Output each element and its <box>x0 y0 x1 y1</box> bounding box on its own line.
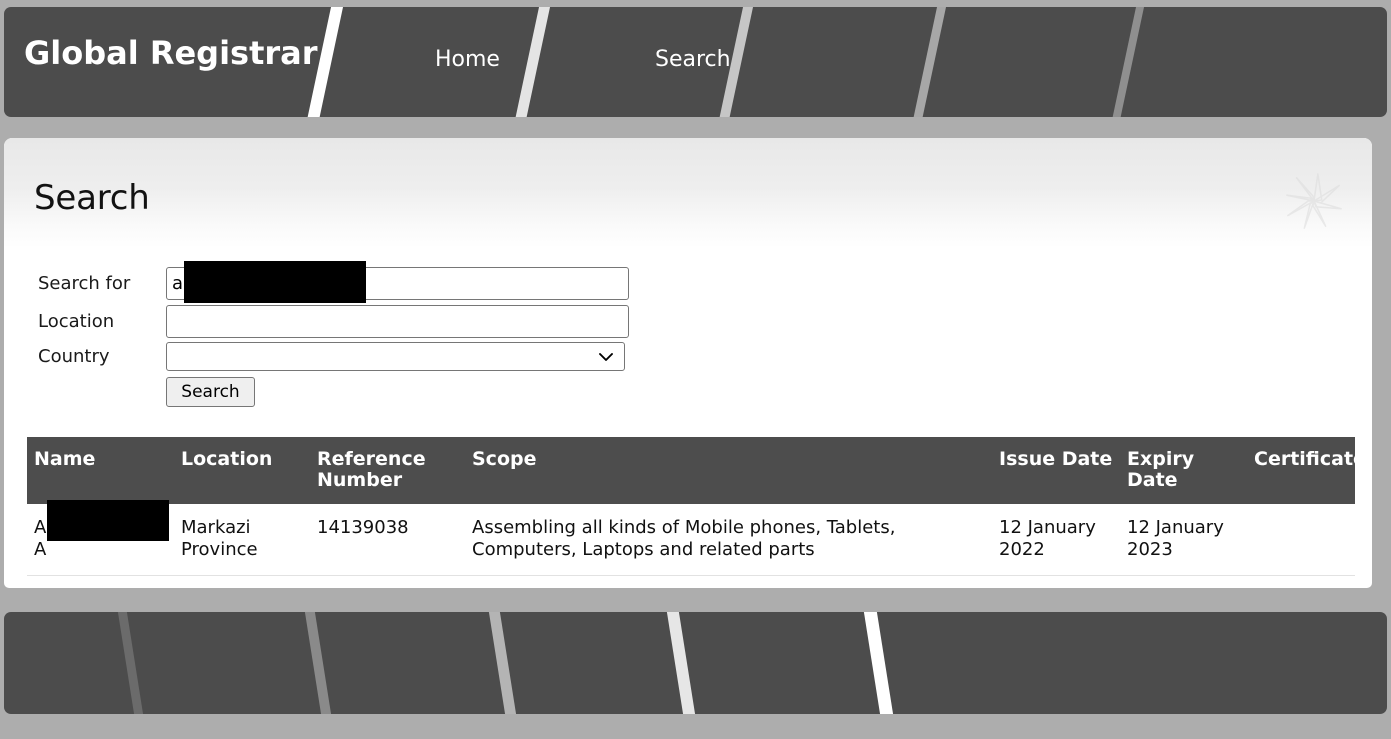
nav-item-home[interactable]: Home <box>435 47 500 72</box>
footer-stripe-3 <box>487 612 519 714</box>
label-location: Location <box>38 311 166 332</box>
site-title: Global Registrar <box>24 34 318 72</box>
cell-expiry-date: 12 January 2023 <box>1121 504 1248 576</box>
footer-stripe-1 <box>116 612 146 714</box>
redaction-overlay-name-cell <box>47 500 169 541</box>
site-footer <box>4 612 1387 714</box>
column-header-expiry-date[interactable]: Expiry Date <box>1121 437 1248 504</box>
header-stripe-5 <box>1109 7 1147 117</box>
column-header-location[interactable]: Location <box>175 437 311 504</box>
column-header-issue-date[interactable]: Issue Date <box>993 437 1121 504</box>
form-row-location: Location <box>38 305 629 338</box>
cell-scope: Assembling all kinds of Mobile phones, T… <box>466 504 993 576</box>
location-input[interactable] <box>166 305 629 338</box>
table-row[interactable]: A A Markazi Province 14139038 Assembling… <box>27 504 1355 576</box>
cell-issue-date: 12 January 2022 <box>993 504 1121 576</box>
column-header-certificate[interactable]: Certificate <box>1248 437 1355 504</box>
footer-stripe-5 <box>862 612 896 714</box>
page-title: Search <box>34 178 150 218</box>
card-gradient-overlay <box>4 138 1372 248</box>
column-header-scope[interactable]: Scope <box>466 437 993 504</box>
table-header-row: Name Location Reference Number Scope Iss… <box>27 437 1355 504</box>
search-submit-button[interactable]: Search <box>166 377 255 407</box>
asterisk-star-icon <box>1283 170 1345 232</box>
footer-stripe-2 <box>303 612 334 714</box>
label-country: Country <box>38 346 166 367</box>
results-table: Name Location Reference Number Scope Iss… <box>27 437 1355 576</box>
header-stripe-4 <box>910 7 949 117</box>
redaction-overlay-search-input <box>184 261 366 303</box>
country-select[interactable] <box>166 342 625 371</box>
cell-certificate <box>1248 504 1355 576</box>
cell-reference-number: 14139038 <box>311 504 466 576</box>
label-search-for: Search for <box>38 273 166 294</box>
country-select-wrapper <box>166 342 625 371</box>
header-stripe-2 <box>512 7 553 117</box>
cell-location: Markazi Province <box>175 504 311 576</box>
column-header-reference-number[interactable]: Reference Number <box>311 437 466 504</box>
form-row-country: Country <box>38 342 625 371</box>
footer-stripe-4 <box>665 612 698 714</box>
nav-item-search[interactable]: Search <box>655 47 731 72</box>
column-header-name[interactable]: Name <box>27 437 175 504</box>
